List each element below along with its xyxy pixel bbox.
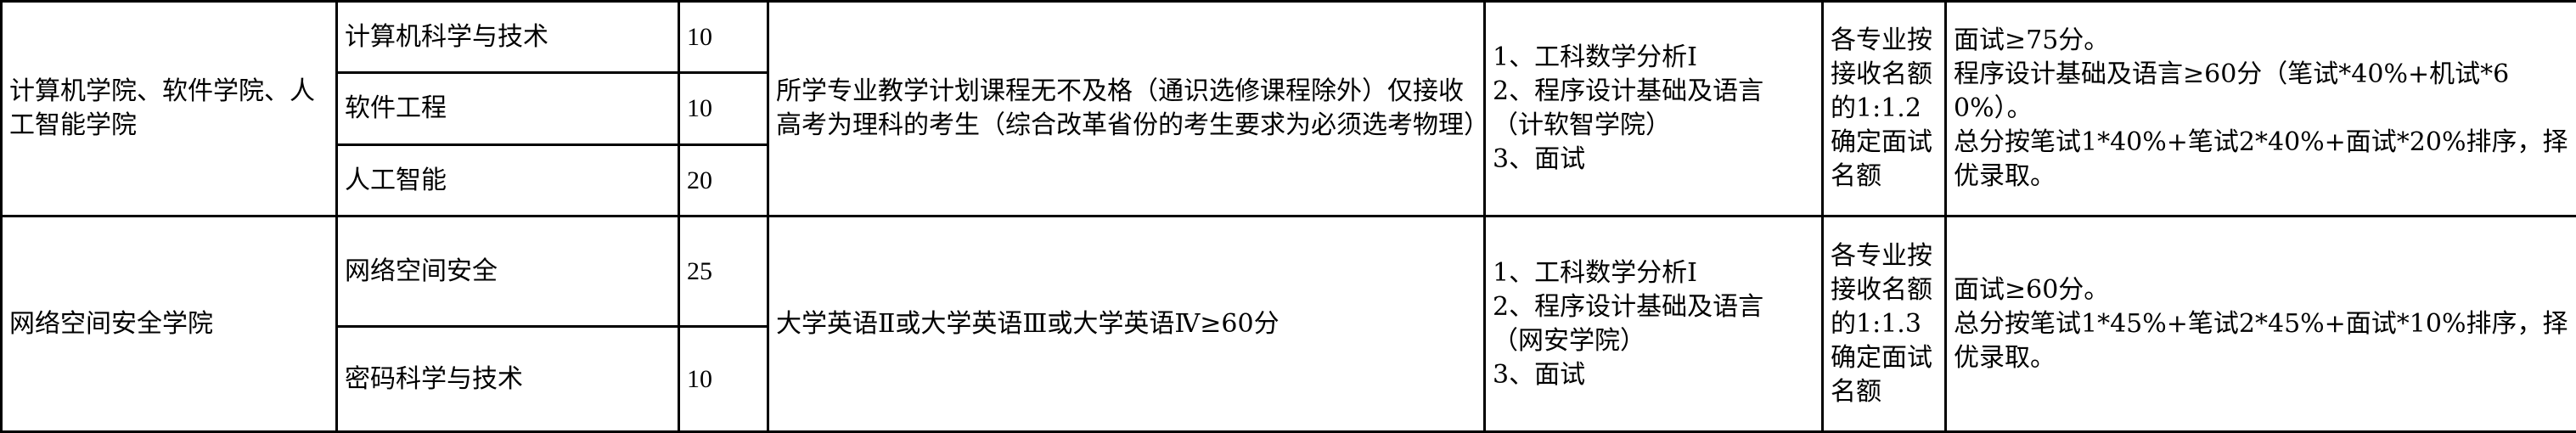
interview-ratio-text: 各专业按接收名额的1:1.2确定面试名额 bbox=[1831, 25, 1932, 191]
scoring-line: 总分按笔试1*45%+笔试2*45%+面试*10%排序，择优录取。 bbox=[1954, 308, 2568, 373]
admission-table: 计算机学院、软件学院、人工智能学院 计算机科学与技术 10 所学专业教学计划课程… bbox=[0, 0, 2576, 433]
quota-value: 10 bbox=[687, 94, 712, 122]
exam-item: 2、程序设计基础及语言（网安学院） bbox=[1493, 291, 1764, 356]
quota-cell: 25 bbox=[678, 215, 769, 328]
quota-value: 10 bbox=[687, 22, 712, 51]
major-cell: 网络空间安全 bbox=[335, 215, 680, 328]
exam-items-cell: 1、工科数学分析I 2、程序设计基础及语言（计软智学院） 3、面试 bbox=[1483, 0, 1824, 217]
major-cell: 密码科学与技术 bbox=[335, 325, 680, 433]
interview-ratio-text: 各专业按接收名额的1:1.3确定面试名额 bbox=[1831, 240, 1932, 407]
exam-items-cell: 1、工科数学分析I 2、程序设计基础及语言（网安学院） 3、面试 bbox=[1483, 215, 1824, 433]
interview-ratio-cell: 各专业按接收名额的1:1.3确定面试名额 bbox=[1821, 215, 1947, 433]
quota-cell: 20 bbox=[678, 143, 769, 217]
quota-cell: 10 bbox=[678, 325, 769, 433]
major-name: 网络空间安全 bbox=[345, 256, 498, 286]
exam-item: 3、面试 bbox=[1493, 359, 1586, 390]
college-cell: 网络空间安全学院 bbox=[0, 215, 338, 433]
scoring-line: 总分按笔试1*40%+笔试2*40%+面试*20%排序，择优录取。 bbox=[1954, 127, 2568, 191]
quota-cell: 10 bbox=[678, 0, 769, 74]
major-cell: 软件工程 bbox=[335, 71, 680, 146]
interview-ratio-cell: 各专业按接收名额的1:1.2确定面试名额 bbox=[1821, 0, 1947, 217]
quota-cell: 10 bbox=[678, 71, 769, 146]
quota-value: 20 bbox=[687, 166, 712, 194]
exam-item: 1、工科数学分析I bbox=[1493, 42, 1697, 72]
scoring-cell: 面试≥75分。 程序设计基础及语言≥60分（笔试*40%+机试*60%）。 总分… bbox=[1944, 0, 2576, 217]
college-name: 计算机学院、软件学院、人工智能学院 bbox=[9, 76, 315, 140]
requirement-text: 大学英语Ⅱ或大学英语Ⅲ或大学英语Ⅳ≥60分 bbox=[776, 308, 1280, 339]
major-name: 密码科学与技术 bbox=[345, 363, 523, 394]
exam-item: 1、工科数学分析I bbox=[1493, 257, 1697, 288]
table-row: 网络空间安全学院 网络空间安全 25 大学英语Ⅱ或大学英语Ⅲ或大学英语Ⅳ≥60分… bbox=[0, 215, 2576, 433]
requirement-text: 所学专业教学计划课程无不及格（通识选修课程除外）仅接收高考为理科的考生（综合改革… bbox=[776, 76, 1485, 140]
major-name: 人工智能 bbox=[345, 165, 447, 195]
exam-item: 3、面试 bbox=[1493, 144, 1586, 174]
quota-value: 25 bbox=[687, 256, 712, 285]
major-cell: 计算机科学与技术 bbox=[335, 0, 680, 74]
quota-value: 10 bbox=[687, 364, 712, 393]
college-name: 网络空间安全学院 bbox=[9, 308, 213, 339]
requirement-cell: 所学专业教学计划课程无不及格（通识选修课程除外）仅接收高考为理科的考生（综合改革… bbox=[767, 0, 1486, 217]
exam-item: 2、程序设计基础及语言（计软智学院） bbox=[1493, 76, 1764, 140]
major-name: 计算机科学与技术 bbox=[345, 21, 548, 52]
scoring-line: 程序设计基础及语言≥60分（笔试*40%+机试*60%）。 bbox=[1954, 59, 2510, 123]
major-name: 软件工程 bbox=[345, 93, 447, 123]
scoring-line: 面试≥60分。 bbox=[1954, 274, 2110, 305]
requirement-cell: 大学英语Ⅱ或大学英语Ⅲ或大学英语Ⅳ≥60分 bbox=[767, 215, 1486, 433]
major-cell: 人工智能 bbox=[335, 143, 680, 217]
scoring-line: 面试≥75分。 bbox=[1954, 25, 2110, 55]
table-row: 计算机学院、软件学院、人工智能学院 计算机科学与技术 10 所学专业教学计划课程… bbox=[0, 0, 2576, 217]
college-cell: 计算机学院、软件学院、人工智能学院 bbox=[0, 0, 338, 217]
scoring-cell: 面试≥60分。 总分按笔试1*45%+笔试2*45%+面试*10%排序，择优录取… bbox=[1944, 215, 2576, 433]
